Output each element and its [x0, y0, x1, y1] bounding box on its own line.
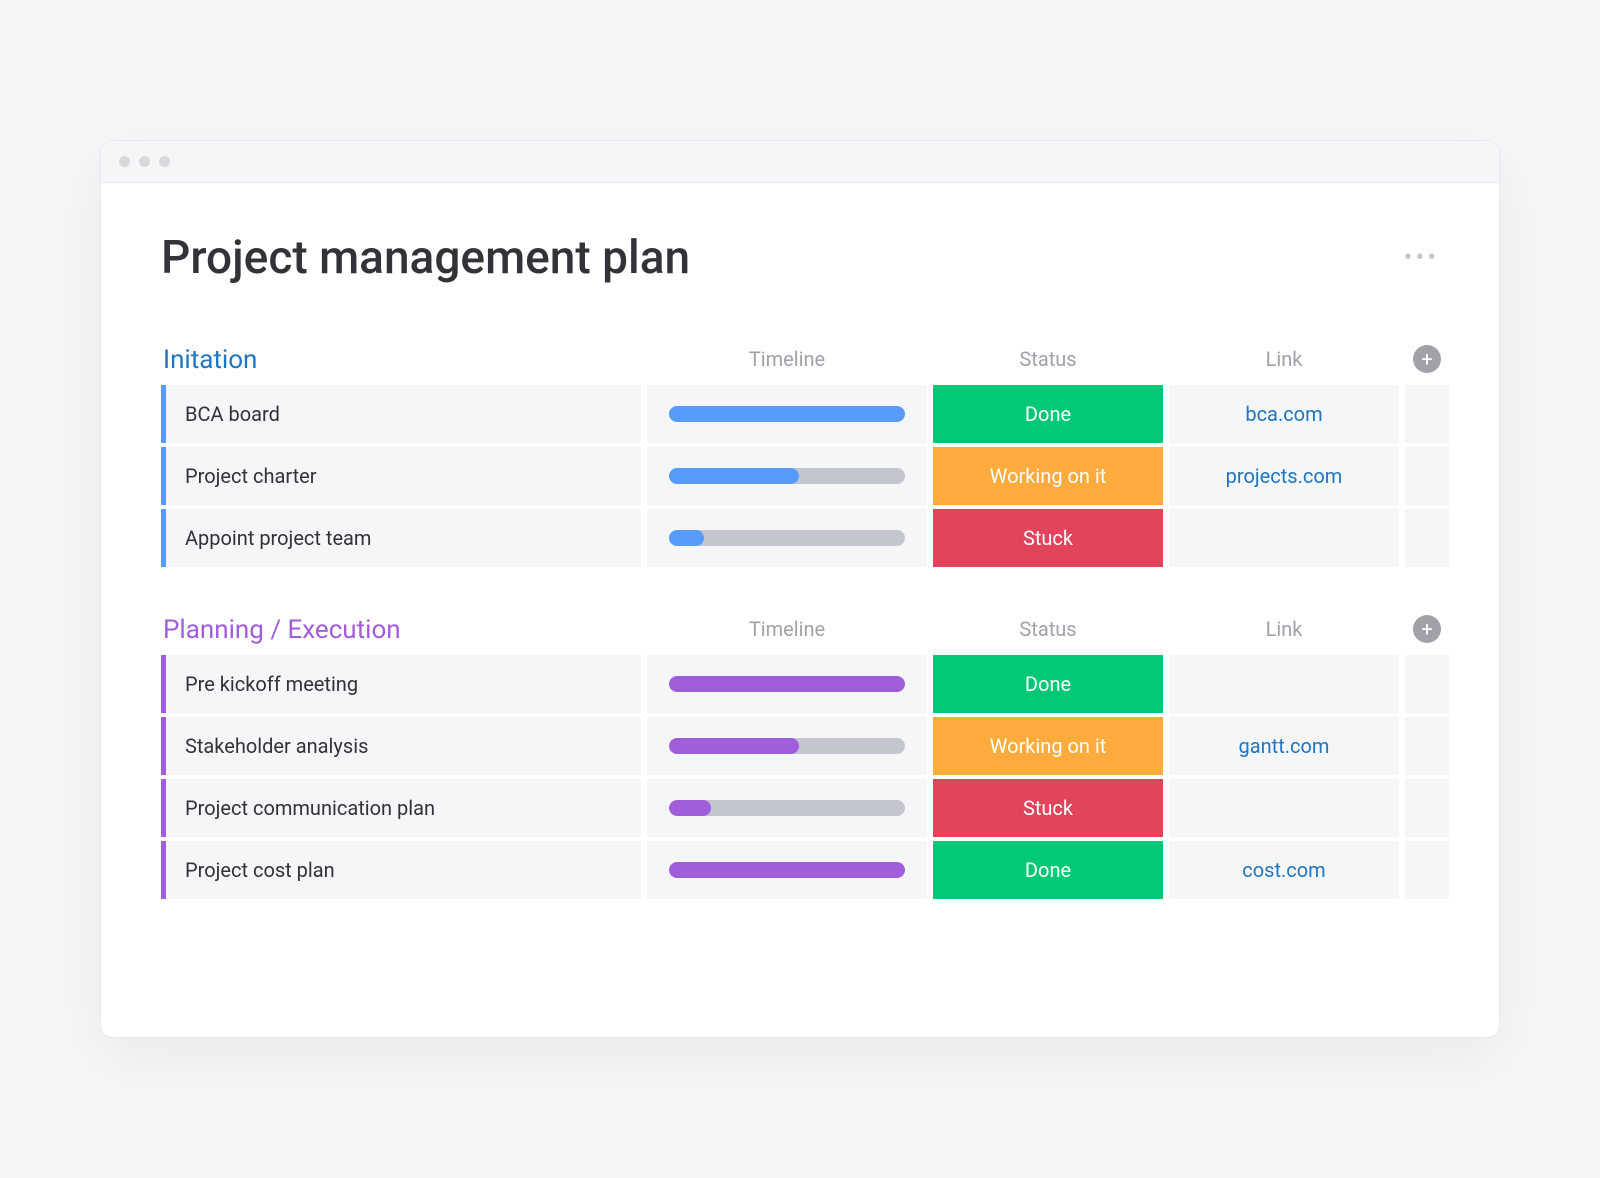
timeline-cell[interactable]: [647, 509, 927, 567]
column-header-link[interactable]: Link: [1169, 617, 1399, 645]
group-title[interactable]: Planning / Execution: [161, 615, 641, 645]
extra-cell[interactable]: [1405, 655, 1449, 713]
item-name-cell[interactable]: Pre kickoff meeting: [161, 655, 641, 713]
item-name-cell[interactable]: Project communication plan: [161, 779, 641, 837]
plus-icon: +: [1421, 349, 1432, 369]
table-row: BCA board Donebca.com: [161, 385, 1439, 443]
extra-cell[interactable]: [1405, 447, 1449, 505]
item-name-cell[interactable]: Project charter: [161, 447, 641, 505]
timeline-cell[interactable]: [647, 841, 927, 899]
timeline-track: [669, 676, 905, 692]
timeline-fill: [669, 738, 799, 754]
page-title: Project management plan: [161, 231, 690, 285]
status-cell[interactable]: Done: [933, 841, 1163, 899]
status-cell[interactable]: Stuck: [933, 779, 1163, 837]
traffic-light-close[interactable]: [119, 156, 130, 167]
timeline-fill: [669, 862, 905, 878]
column-header-status[interactable]: Status: [933, 617, 1163, 645]
timeline-fill: [669, 530, 704, 546]
status-cell[interactable]: Working on it: [933, 447, 1163, 505]
board-header: Project management plan •••: [161, 231, 1439, 285]
table-row: Project cost plan Donecost.com: [161, 841, 1439, 899]
timeline-fill: [669, 800, 711, 816]
link-cell[interactable]: projects.com: [1169, 447, 1399, 505]
link-cell[interactable]: cost.com: [1169, 841, 1399, 899]
status-cell[interactable]: Done: [933, 655, 1163, 713]
timeline-track: [669, 800, 905, 816]
traffic-light-zoom[interactable]: [159, 156, 170, 167]
timeline-track: [669, 862, 905, 878]
table-row: Pre kickoff meeting Done: [161, 655, 1439, 713]
link-cell[interactable]: [1169, 509, 1399, 567]
board-group: InitationTimelineStatusLink + BCA board Don…: [161, 345, 1439, 567]
item-name-cell[interactable]: Appoint project team: [161, 509, 641, 567]
app-window: Project management plan ••• InitationTim…: [100, 140, 1500, 1038]
column-header-link[interactable]: Link: [1169, 347, 1399, 375]
extra-cell[interactable]: [1405, 385, 1449, 443]
timeline-track: [669, 468, 905, 484]
timeline-cell[interactable]: [647, 655, 927, 713]
add-column-button[interactable]: +: [1413, 345, 1441, 373]
plus-icon: +: [1421, 619, 1432, 639]
column-header-timeline[interactable]: Timeline: [647, 347, 927, 375]
extra-cell[interactable]: [1405, 509, 1449, 567]
column-header-timeline[interactable]: Timeline: [647, 617, 927, 645]
traffic-light-minimize[interactable]: [139, 156, 150, 167]
column-header-status[interactable]: Status: [933, 347, 1163, 375]
item-name-cell[interactable]: Stakeholder analysis: [161, 717, 641, 775]
timeline-track: [669, 406, 905, 422]
timeline-fill: [669, 468, 799, 484]
extra-cell[interactable]: [1405, 779, 1449, 837]
item-name-cell[interactable]: BCA board: [161, 385, 641, 443]
status-cell[interactable]: Stuck: [933, 509, 1163, 567]
extra-cell[interactable]: [1405, 717, 1449, 775]
table-row: Stakeholder analysis Working on itgantt.c…: [161, 717, 1439, 775]
status-cell[interactable]: Working on it: [933, 717, 1163, 775]
link-cell[interactable]: [1169, 779, 1399, 837]
window-titlebar: [101, 141, 1499, 183]
board-group: Planning / ExecutionTimelineStatusLink+P…: [161, 615, 1439, 899]
table-row: Project charter Working on itprojects.com: [161, 447, 1439, 505]
timeline-cell[interactable]: [647, 385, 927, 443]
item-name-cell[interactable]: Project cost plan: [161, 841, 641, 899]
add-column-button[interactable]: +: [1413, 615, 1441, 643]
table-row: Project communication plan Stuck: [161, 779, 1439, 837]
table-row: Appoint project team Stuck: [161, 509, 1439, 567]
timeline-track: [669, 738, 905, 754]
group-header-row: Planning / ExecutionTimelineStatusLink +: [161, 615, 1439, 645]
extra-cell[interactable]: [1405, 841, 1449, 899]
timeline-cell[interactable]: [647, 779, 927, 837]
group-header-row: InitationTimelineStatusLink +: [161, 345, 1439, 375]
timeline-cell[interactable]: [647, 447, 927, 505]
timeline-fill: [669, 406, 905, 422]
more-options-button[interactable]: •••: [1404, 243, 1439, 273]
link-cell[interactable]: bca.com: [1169, 385, 1399, 443]
timeline-cell[interactable]: [647, 717, 927, 775]
link-cell[interactable]: [1169, 655, 1399, 713]
group-title[interactable]: Initation: [161, 345, 641, 375]
timeline-track: [669, 530, 905, 546]
status-cell[interactable]: Done: [933, 385, 1163, 443]
timeline-fill: [669, 676, 905, 692]
link-cell[interactable]: gantt.com: [1169, 717, 1399, 775]
board-content: Project management plan ••• InitationTim…: [101, 183, 1499, 1037]
